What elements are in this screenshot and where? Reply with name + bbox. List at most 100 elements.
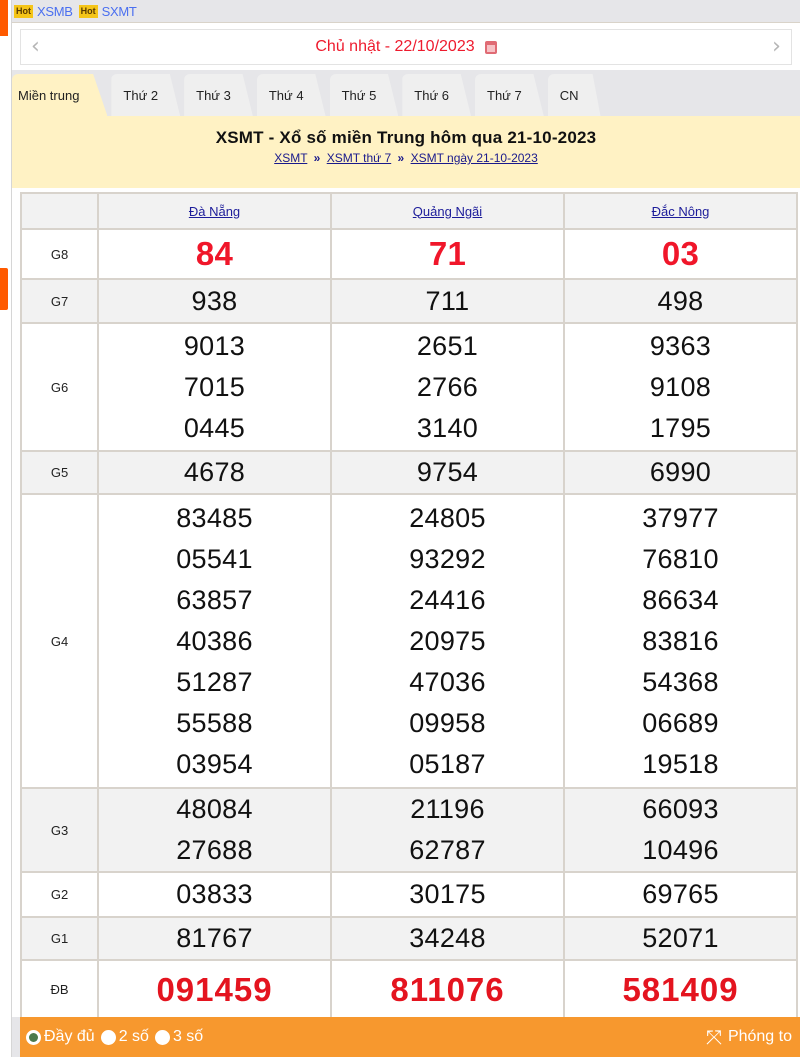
prize-row-db: ĐB 091459 811076 581409 <box>20 959 798 1020</box>
tab-thu-3[interactable]: Thứ 3 <box>184 74 253 116</box>
prize-number: 81767 <box>176 923 253 953</box>
tab-thu-4[interactable]: Thứ 4 <box>256 74 326 116</box>
expand-icon: ⤧ <box>705 1025 722 1049</box>
prize-cell: 81767 <box>97 916 332 961</box>
breadcrumb-xsmt[interactable]: XSMT <box>274 151 307 165</box>
zoom-in-button[interactable]: ⤧ Phóng to <box>706 1027 792 1047</box>
prize-cell: 48084 27688 <box>97 787 332 873</box>
prize-row-g7: G7 938 711 498 <box>20 278 798 324</box>
table-corner <box>20 192 99 230</box>
tab-thu-6[interactable]: Thứ 6 <box>402 74 472 116</box>
prize-cell: 6990 <box>563 450 798 495</box>
province-header: Đắc Nông <box>563 192 798 230</box>
hot-badge: Hot <box>14 4 33 18</box>
option-full[interactable]: Đầy đủ <box>26 1028 95 1046</box>
prize-cell: 71 <box>330 228 565 280</box>
prize-cell: 9363 9108 1795 <box>563 322 798 452</box>
prize-label: G1 <box>20 916 99 961</box>
tab-label: Thứ 6 <box>414 87 450 103</box>
option-2-digits[interactable]: 2 số <box>100 1028 149 1046</box>
prize-number: 3140 <box>416 412 479 443</box>
option-label: 3 số <box>172 1028 204 1045</box>
prize-cell: 811076 <box>330 959 565 1020</box>
prize-label: G6 <box>20 322 99 452</box>
result-header: XSMT - Xổ số miền Trung hôm qua 21-10-20… <box>12 116 800 188</box>
prize-number: 62787 <box>409 835 486 865</box>
prize-number: 27688 <box>176 835 253 865</box>
radio-icon[interactable] <box>100 1029 116 1045</box>
prize-cell: 66093 10496 <box>563 787 798 873</box>
prize-number: 05541 <box>176 543 253 574</box>
date-label: Chủ nhật - 22/10/2023 <box>315 38 475 55</box>
prize-cell: 091459 <box>97 959 332 1020</box>
prize-row-g6: G6 9013 7015 0445 2651 2766 3140 9363 9108 1795 <box>20 322 798 452</box>
option-3-digits[interactable]: 3 số <box>154 1028 204 1046</box>
tab-thu-2[interactable]: Thứ 2 <box>111 74 181 116</box>
province-link-quang-ngai[interactable]: Quảng Ngãi <box>413 204 482 219</box>
prize-number: 47036 <box>409 666 486 697</box>
prize-number: 938 <box>191 285 238 316</box>
sidebar-accent-tab[interactable] <box>0 268 8 310</box>
chevron-right-icon[interactable]: › <box>772 36 781 58</box>
tab-mien-trung[interactable]: Miền trung <box>12 74 108 116</box>
prize-number: 24805 <box>409 502 486 533</box>
link-xsmb[interactable]: XSMB <box>37 4 73 19</box>
prize-number: 63857 <box>176 584 253 615</box>
prize-cell: 2651 2766 3140 <box>330 322 565 452</box>
prize-number: 83816 <box>642 625 719 656</box>
province-link-dac-nong[interactable]: Đắc Nông <box>652 204 710 219</box>
page-title: XSMT - Xổ số miền Trung hôm qua 21-10-20… <box>215 128 597 147</box>
tab-thu-5[interactable]: Thứ 5 <box>329 74 399 116</box>
prize-number: 03 <box>661 235 700 272</box>
prize-number: 6990 <box>649 457 712 487</box>
lottery-panel: Hot XSMB Hot SXMT ‹ Chủ nhật - 22/10/202… <box>12 0 800 1057</box>
prize-cell: 4678 <box>97 450 332 495</box>
prize-label: G8 <box>20 228 99 280</box>
tab-label: Thứ 7 <box>487 87 522 103</box>
prize-cell: 03833 <box>97 871 332 918</box>
prize-label: G5 <box>20 450 99 495</box>
prize-number: 83485 <box>176 502 253 533</box>
prize-cell: 30175 <box>330 871 565 918</box>
calendar-icon[interactable] <box>484 40 497 54</box>
tab-cn[interactable]: CN <box>547 74 601 116</box>
prize-cell: 34248 <box>330 916 565 961</box>
prize-number: 711 <box>425 285 470 316</box>
sidebar-accent-top <box>0 0 8 36</box>
province-link-da-nang[interactable]: Đà Nẵng <box>189 204 240 219</box>
prize-number: 86634 <box>642 584 719 615</box>
prize-label: G2 <box>20 871 99 918</box>
prize-number: 30175 <box>409 879 486 909</box>
province-header: Quảng Ngãi <box>330 192 565 230</box>
prize-cell: 24805 93292 24416 20975 47036 09958 05187 <box>330 493 565 789</box>
prize-number: 2766 <box>416 371 479 402</box>
radio-icon[interactable] <box>154 1029 170 1045</box>
prize-number: 09958 <box>409 707 486 738</box>
prize-number: 20975 <box>409 625 486 656</box>
prize-cell: 9013 7015 0445 <box>97 322 332 452</box>
prize-cell: 03 <box>563 228 798 280</box>
tab-thu-7[interactable]: Thứ 7 <box>475 74 544 116</box>
link-sxmt[interactable]: SXMT <box>102 4 137 19</box>
prize-row-g1: G1 81767 34248 52071 <box>20 916 798 961</box>
prize-number: 091459 <box>156 970 273 1008</box>
breadcrumb-xsmt-thu-7[interactable]: XSMT thứ 7 <box>327 151 392 165</box>
hot-badge: Hot <box>78 4 98 18</box>
radio-icon[interactable] <box>26 1029 41 1045</box>
chevron-left-icon[interactable]: ‹ <box>31 36 40 58</box>
prize-number: 51287 <box>176 666 253 697</box>
tab-label: Thứ 2 <box>123 87 159 103</box>
prize-cell: 83485 05541 63857 40386 51287 55588 03954 <box>97 493 332 789</box>
date-picker[interactable]: Chủ nhật - 22/10/2023 <box>315 38 497 56</box>
prize-number: 76810 <box>642 543 719 574</box>
zoom-label: Phóng to <box>727 1028 792 1045</box>
display-mode-options: Đầy đủ 2 số 3 số <box>26 1028 203 1046</box>
option-label: 2 số <box>118 1028 149 1045</box>
prize-number: 66093 <box>642 794 719 824</box>
prize-label: G7 <box>20 278 99 324</box>
prize-number: 37977 <box>642 502 719 533</box>
prize-cell: 37977 76810 86634 83816 54368 06689 19518 <box>563 493 798 789</box>
prize-number: 48084 <box>176 794 253 824</box>
breadcrumb-xsmt-date[interactable]: XSMT ngày 21-10-2023 <box>411 151 538 165</box>
prize-number: 9013 <box>183 330 246 361</box>
